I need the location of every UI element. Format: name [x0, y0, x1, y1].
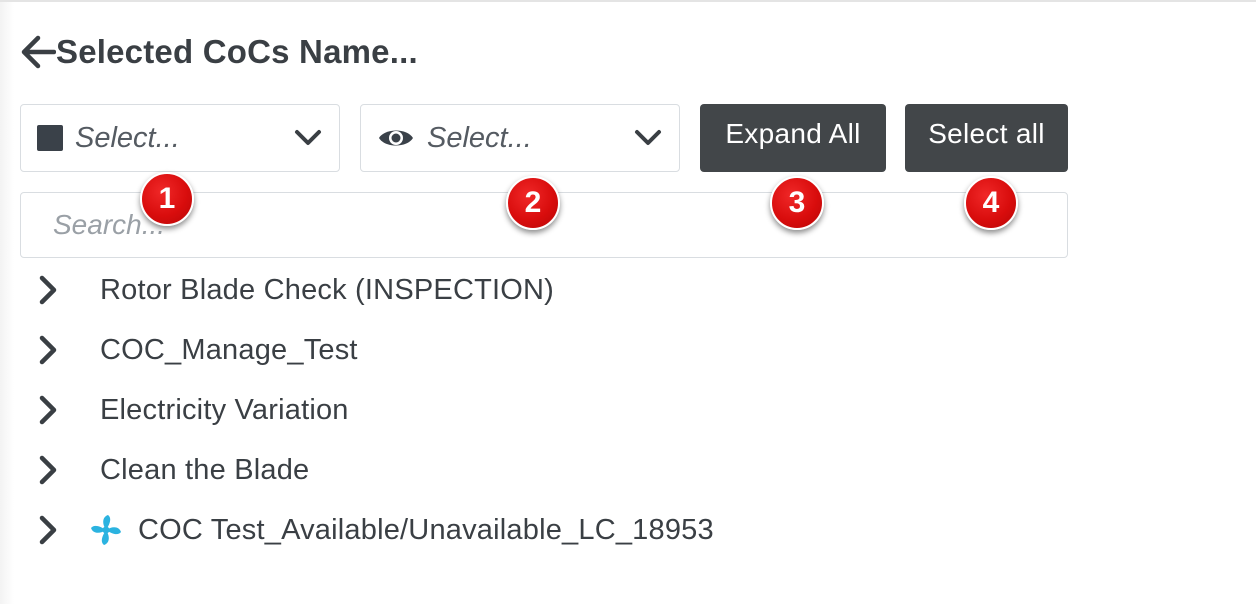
page: Selected CoCs Name... Select... Select..… — [0, 0, 1256, 604]
chevron-right-icon[interactable] — [32, 513, 66, 547]
chevron-right-icon[interactable] — [32, 333, 66, 367]
filter-select-type[interactable]: Select... — [20, 104, 340, 172]
fan-icon — [91, 515, 121, 545]
annotation-badge-1: 1 — [140, 172, 194, 226]
chevron-right-icon[interactable] — [32, 273, 66, 307]
expand-all-button[interactable]: Expand All — [700, 104, 886, 172]
tree-item[interactable]: COC Test_Available/Unavailable_LC_18953 — [32, 500, 1032, 560]
tree-item-label: Electricity Variation — [100, 393, 349, 426]
chevron-down-icon — [295, 130, 321, 145]
tree-item-label: COC_Manage_Test — [100, 333, 358, 366]
filter-select-visibility[interactable]: Select... — [360, 104, 680, 172]
eye-icon — [379, 130, 413, 146]
tree-item-label: Rotor Blade Check (INSPECTION) — [100, 273, 555, 306]
tree-item[interactable]: Electricity Variation — [32, 380, 1032, 440]
chevron-right-icon[interactable] — [32, 393, 66, 427]
tree-item-label: Clean the Blade — [100, 453, 310, 486]
page-title: Selected CoCs Name... — [56, 33, 418, 70]
select-all-button[interactable]: Select all — [905, 104, 1068, 172]
select-placeholder: Select... — [75, 121, 180, 154]
chevron-down-icon — [635, 130, 661, 145]
annotation-badge-2: 2 — [506, 176, 560, 230]
chevron-right-icon[interactable] — [32, 453, 66, 487]
annotation-badge-4: 4 — [964, 176, 1018, 230]
tree-item-label: COC Test_Available/Unavailable_LC_18953 — [138, 513, 714, 546]
arrow-left-icon[interactable] — [20, 32, 56, 72]
select-placeholder: Select... — [427, 121, 532, 154]
tree-item[interactable]: COC_Manage_Test — [32, 320, 1032, 380]
square-icon — [37, 125, 63, 151]
tree-item[interactable]: Clean the Blade — [32, 440, 1032, 500]
tree-item[interactable]: Rotor Blade Check (INSPECTION) — [32, 260, 1032, 320]
annotation-badge-3: 3 — [770, 176, 824, 230]
header: Selected CoCs Name... — [20, 32, 418, 72]
coc-tree: Rotor Blade Check (INSPECTION) COC_Manag… — [32, 260, 1032, 560]
